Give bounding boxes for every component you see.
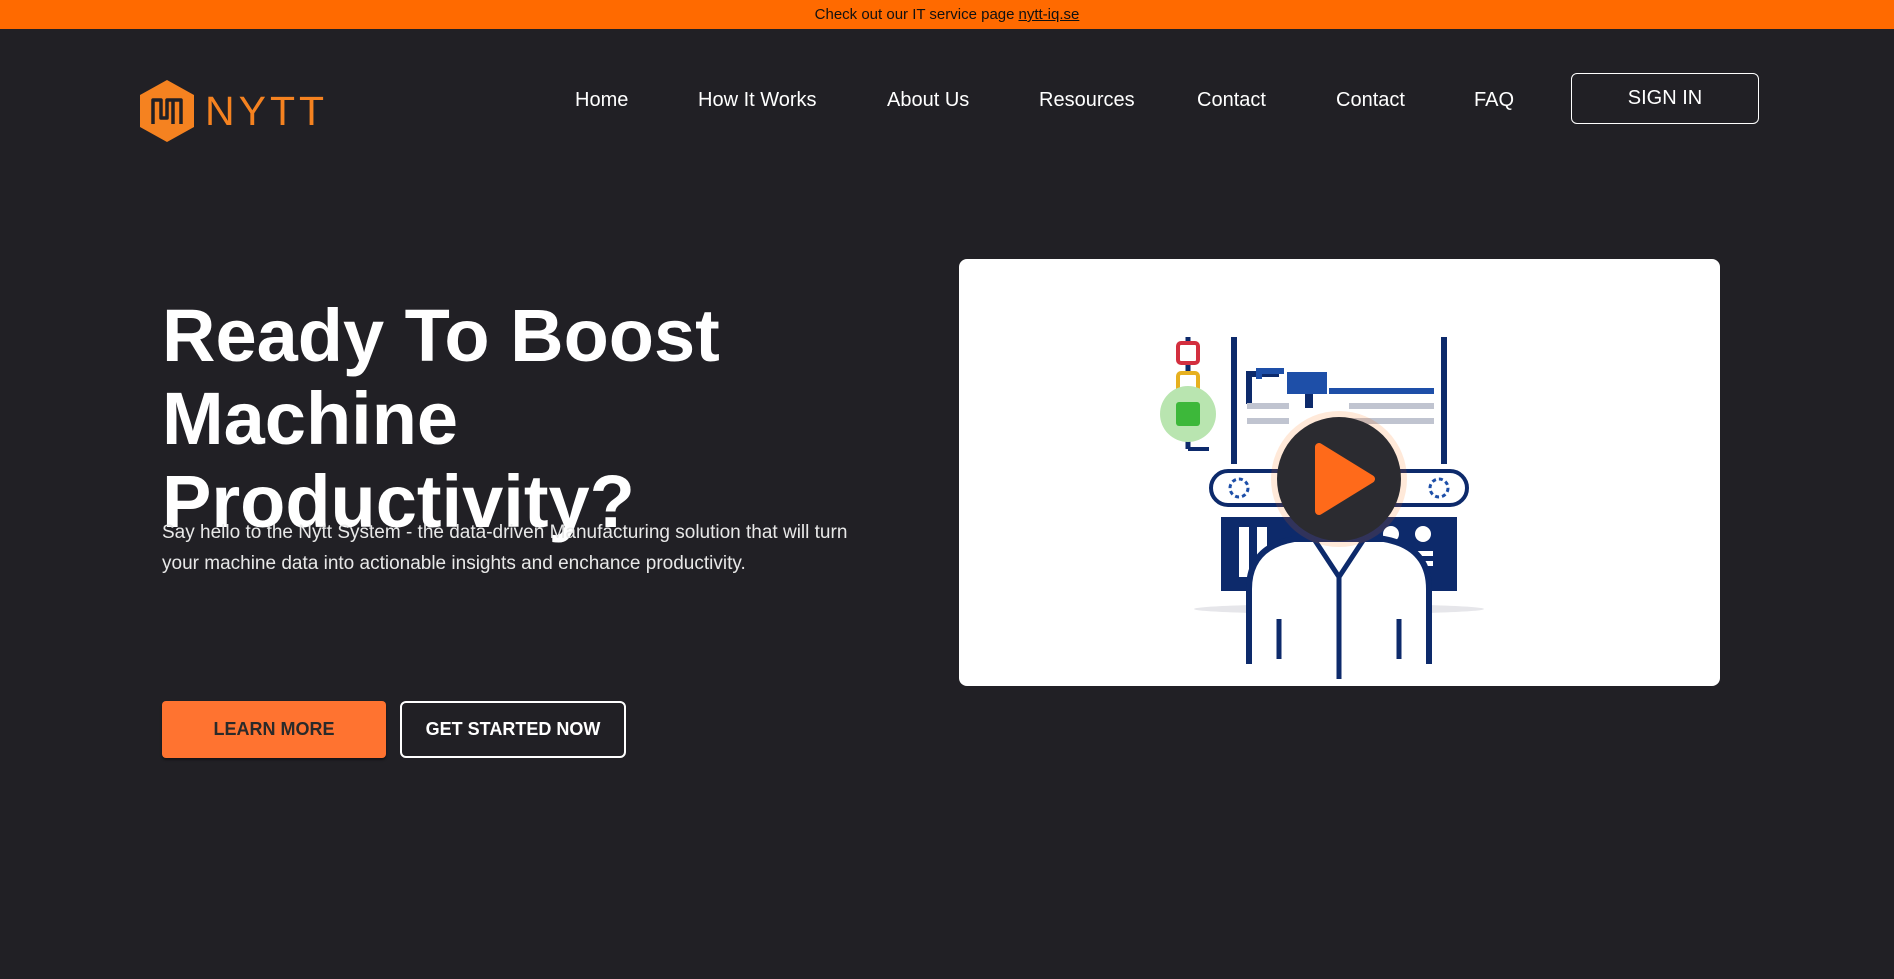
- announcement-bar: Check out our IT service page nytt-iq.se: [0, 0, 1894, 29]
- nytt-hexagon-icon: [140, 80, 194, 142]
- brand-name: NYTT: [205, 87, 329, 134]
- video-player[interactable]: [959, 259, 1720, 686]
- learn-more-button[interactable]: LEARN MORE: [162, 701, 386, 758]
- hero-headline: Ready To Boost Machine Productivity?: [162, 294, 922, 543]
- sign-in-button[interactable]: SIGN IN: [1571, 73, 1759, 124]
- nav-item-faq[interactable]: FAQ: [1474, 86, 1514, 114]
- get-started-button[interactable]: GET STARTED NOW: [400, 701, 626, 758]
- brand-logo[interactable]: NYTT: [137, 78, 328, 144]
- nav-item-home[interactable]: Home: [575, 86, 628, 114]
- hero-subtext: Say hello to the Nytt System - the data-…: [162, 522, 848, 574]
- nav-item-how-it-works[interactable]: How It Works: [698, 86, 817, 114]
- nav-item-contact-2[interactable]: Contact: [1336, 86, 1405, 114]
- nav-item-about-us[interactable]: About Us: [887, 86, 969, 114]
- announcement-text: Check out our IT service page: [814, 6, 1015, 23]
- announcement-link[interactable]: nytt-iq.se: [1018, 6, 1079, 23]
- nav-item-resources[interactable]: Resources: [1039, 86, 1135, 114]
- play-icon[interactable]: [959, 259, 1720, 686]
- hero-headline-line-1: Ready To Boost: [162, 294, 720, 377]
- nav-item-contact[interactable]: Contact: [1197, 86, 1266, 114]
